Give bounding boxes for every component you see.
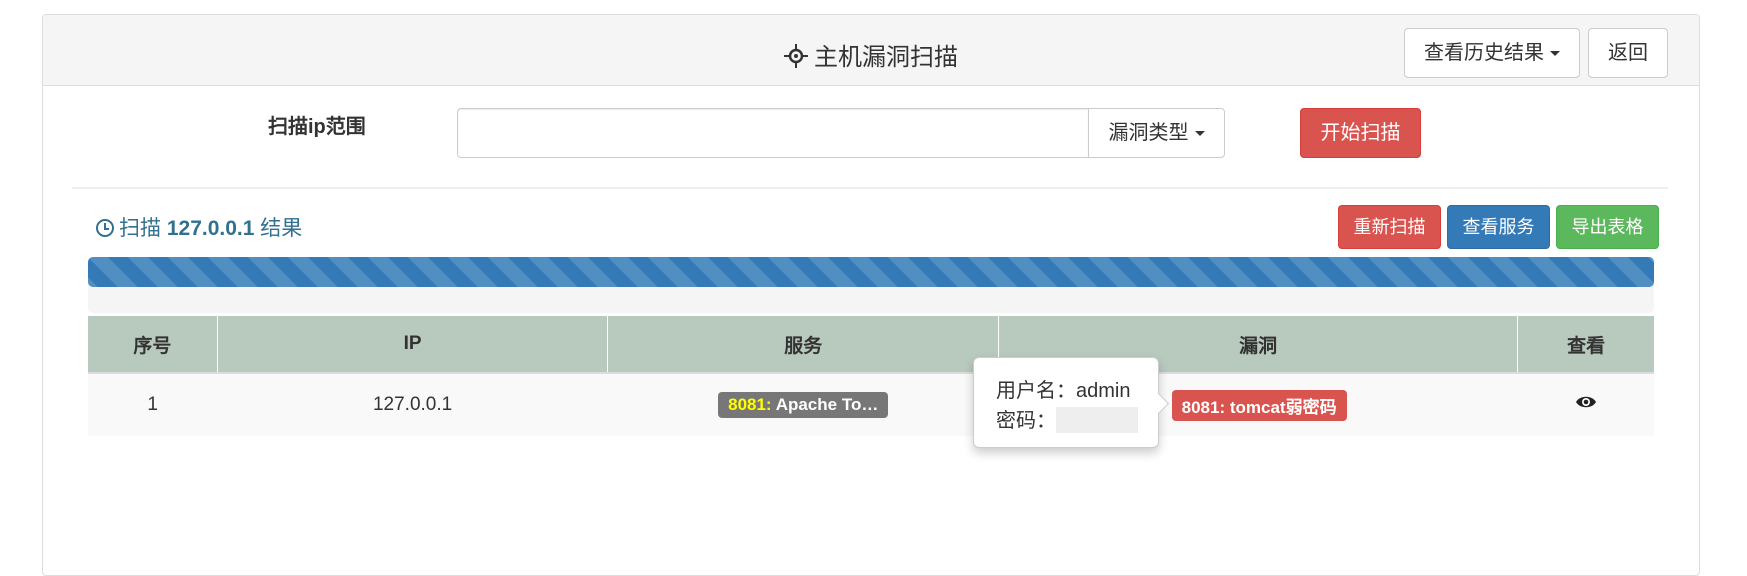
service-badge[interactable]: 8081: Apache To… bbox=[718, 392, 889, 418]
clock-icon bbox=[96, 219, 114, 237]
results-table: 序号 IP 服务 漏洞 查看 1 127.0.0.1 8081: Apache … bbox=[88, 316, 1654, 436]
password-mask bbox=[1056, 407, 1138, 433]
back-button[interactable]: 返回 bbox=[1588, 28, 1668, 78]
view-history-label: 查看历史结果 bbox=[1424, 42, 1544, 64]
rescan-button[interactable]: 重新扫描 bbox=[1338, 205, 1441, 249]
row-ip: 127.0.0.1 bbox=[217, 372, 608, 436]
caret-down-icon bbox=[1194, 131, 1205, 137]
panel-header: 主机漏洞扫描 查看历史结果 返回 bbox=[43, 15, 1699, 86]
start-scan-button[interactable]: 开始扫描 bbox=[1300, 108, 1421, 158]
row-view bbox=[1517, 372, 1654, 436]
row-service: 8081: Apache To… bbox=[607, 372, 999, 436]
scan-range-label: 扫描ip范围 bbox=[268, 116, 366, 138]
vuln-type-dropdown[interactable]: 漏洞类型 bbox=[1088, 108, 1225, 158]
col-header-index: 序号 bbox=[88, 316, 218, 373]
vuln-type-label: 漏洞类型 bbox=[1108, 122, 1189, 144]
back-label: 返回 bbox=[1608, 42, 1648, 64]
export-table-button[interactable]: 导出表格 bbox=[1556, 205, 1659, 249]
popover-username: admin bbox=[1076, 380, 1131, 402]
table-header-row: 序号 IP 服务 漏洞 查看 bbox=[88, 316, 1654, 373]
table-row: 1 127.0.0.1 8081: Apache To… 8081: tomca… bbox=[88, 372, 1654, 436]
scan-progress-bar bbox=[88, 257, 1654, 287]
crosshair-icon bbox=[784, 44, 808, 75]
row-index: 1 bbox=[88, 372, 218, 436]
popover-username-line: 用户名：admin bbox=[996, 380, 1131, 402]
scan-target: 127.0.0.1 bbox=[166, 217, 255, 240]
view-services-button[interactable]: 查看服务 bbox=[1447, 205, 1550, 249]
credential-popover: 用户名：admin 密码： bbox=[973, 357, 1159, 448]
result-title: 扫描 127.0.0.1 结果 bbox=[96, 212, 302, 242]
page-title-text: 主机漏洞扫描 bbox=[814, 44, 958, 71]
col-header-ip: IP bbox=[216, 316, 608, 373]
popover-password-line: 密码： bbox=[996, 406, 1158, 436]
divider bbox=[72, 187, 1668, 189]
view-history-button[interactable]: 查看历史结果 bbox=[1404, 28, 1580, 78]
col-header-service: 服务 bbox=[607, 316, 999, 373]
col-header-view: 查看 bbox=[1517, 316, 1654, 373]
start-scan-label: 开始扫描 bbox=[1320, 122, 1401, 144]
vuln-badge[interactable]: 8081: tomcat弱密码 bbox=[1171, 389, 1347, 421]
caret-down-icon bbox=[1550, 51, 1560, 57]
scan-range-input[interactable] bbox=[457, 108, 1089, 158]
eye-icon[interactable] bbox=[1575, 394, 1597, 408]
